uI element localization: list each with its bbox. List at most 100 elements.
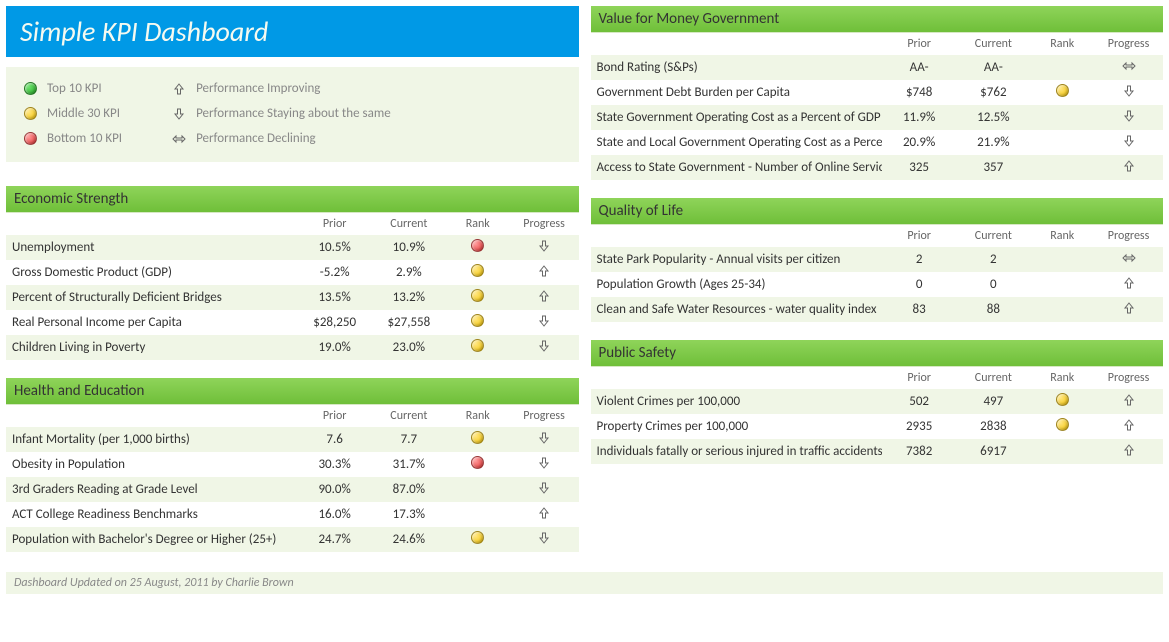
col-progress: Progress — [1094, 33, 1163, 55]
col-rank: Rank — [1030, 225, 1094, 247]
kpi-rank — [1030, 80, 1094, 105]
kpi-prior: 90.0% — [298, 477, 372, 502]
rank-yellow-icon — [1056, 84, 1069, 97]
kpi-table: PriorCurrentRankProgressState Park Popul… — [591, 225, 1164, 322]
col-current: Current — [956, 367, 1030, 389]
table-row: State Government Operating Cost as a Per… — [591, 105, 1164, 130]
kpi-dashboard: Simple KPI Dashboard Top 10 KPIMiddle 30… — [6, 6, 1163, 570]
kpi-progress — [510, 335, 579, 360]
legend-ranks: Top 10 KPI Middle 30 KPI Bottom 10 KPI — [24, 81, 122, 146]
kpi-label: State and Local Government Operating Cos… — [591, 130, 883, 155]
table-row: Population with Bachelor's Degree or Hig… — [6, 527, 579, 552]
table-row: Property Crimes per 100,00029352838 — [591, 414, 1164, 439]
kpi-current: 21.9% — [956, 130, 1030, 155]
kpi-label: Infant Mortality (per 1,000 births) — [6, 427, 298, 452]
kpi-label: Obesity in Population — [6, 452, 298, 477]
col-rank: Rank — [1030, 33, 1094, 55]
col-rank: Rank — [446, 405, 510, 427]
arrow-down-icon — [1122, 109, 1136, 123]
table-row: Children Living in Poverty19.0%23.0% — [6, 335, 579, 360]
kpi-current: 12.5% — [956, 105, 1030, 130]
kpi-current: 10.9% — [372, 235, 446, 260]
rank-yellow-icon — [1056, 418, 1069, 431]
arrow-up-icon — [1122, 443, 1136, 457]
col-progress: Progress — [1094, 225, 1163, 247]
kpi-progress — [510, 427, 579, 452]
legend-rank-label: Bottom 10 KPI — [47, 131, 122, 146]
kpi-label: Unemployment — [6, 235, 298, 260]
kpi-current: 497 — [956, 389, 1030, 414]
arrow-down-icon — [537, 481, 551, 495]
kpi-panel: Value for Money GovernmentPriorCurrentRa… — [591, 6, 1164, 180]
table-row: Real Personal Income per Capita$28,250$2… — [6, 310, 579, 335]
arrow-up-icon — [537, 264, 551, 278]
table-row: Population Growth (Ages 25-34)00 — [591, 272, 1164, 297]
kpi-label: Violent Crimes per 100,000 — [591, 389, 883, 414]
table-row: Government Debt Burden per Capita$748$76… — [591, 80, 1164, 105]
kpi-progress — [1094, 439, 1163, 464]
kpi-label: Clean and Safe Water Resources - water q… — [591, 297, 883, 322]
dashboard-footer: Dashboard Updated on 25 August, 2011 by … — [6, 572, 1163, 594]
kpi-progress — [1094, 105, 1163, 130]
kpi-prior: -5.2% — [298, 260, 372, 285]
kpi-rank — [1030, 105, 1094, 130]
legend-rank-label: Top 10 KPI — [47, 81, 102, 96]
kpi-prior: 30.3% — [298, 452, 372, 477]
kpi-prior: 2935 — [882, 414, 956, 439]
kpi-rank — [446, 477, 510, 502]
arrow-down-icon — [172, 107, 186, 121]
kpi-table: PriorCurrentRankProgressBond Rating (S&P… — [591, 33, 1164, 180]
kpi-label: State Government Operating Cost as a Per… — [591, 105, 883, 130]
table-row: Percent of Structurally Deficient Bridge… — [6, 285, 579, 310]
kpi-rank — [446, 527, 510, 552]
table-row: Individuals fatally or serious injured i… — [591, 439, 1164, 464]
kpi-current: 357 — [956, 155, 1030, 180]
table-row: State and Local Government Operating Cos… — [591, 130, 1164, 155]
kpi-progress — [1094, 414, 1163, 439]
legend-progress-item: Performance Improving — [172, 81, 391, 96]
kpi-progress — [1094, 272, 1163, 297]
kpi-current: 24.6% — [372, 527, 446, 552]
arrow-up-icon — [1122, 418, 1136, 432]
kpi-rank — [446, 335, 510, 360]
table-row: 3rd Graders Reading at Grade Level90.0%8… — [6, 477, 579, 502]
kpi-current: 31.7% — [372, 452, 446, 477]
kpi-rank — [446, 427, 510, 452]
left-column: Simple KPI Dashboard Top 10 KPIMiddle 30… — [6, 6, 579, 570]
kpi-label: 3rd Graders Reading at Grade Level — [6, 477, 298, 502]
arrow-down-icon — [537, 314, 551, 328]
kpi-label: State Park Popularity - Annual visits pe… — [591, 247, 883, 272]
kpi-current: 2838 — [956, 414, 1030, 439]
table-row: Access to State Government - Number of O… — [591, 155, 1164, 180]
rank-red-icon — [471, 239, 484, 252]
legend-rank-label: Middle 30 KPI — [47, 106, 120, 121]
rank-yellow-icon — [471, 531, 484, 544]
kpi-prior: $28,250 — [298, 310, 372, 335]
arrow-down-icon — [537, 239, 551, 253]
arrow-down-icon — [537, 531, 551, 545]
arrow-up-icon — [537, 289, 551, 303]
kpi-current: 87.0% — [372, 477, 446, 502]
table-row: Bond Rating (S&Ps)AA-AA- — [591, 55, 1164, 80]
panel-header: Health and Education — [6, 378, 579, 405]
kpi-progress — [510, 527, 579, 552]
kpi-current: 17.3% — [372, 502, 446, 527]
legend-rank-item: Middle 30 KPI — [24, 106, 122, 121]
kpi-rank — [446, 502, 510, 527]
kpi-label: Real Personal Income per Capita — [6, 310, 298, 335]
panel-header: Value for Money Government — [591, 6, 1164, 33]
legend-progress-label: Performance Declining — [196, 131, 316, 146]
panel-header: Quality of Life — [591, 198, 1164, 225]
kpi-progress — [510, 285, 579, 310]
kpi-label: Access to State Government - Number of O… — [591, 155, 883, 180]
rank-yellow-icon — [471, 339, 484, 352]
kpi-prior: 502 — [882, 389, 956, 414]
kpi-prior: 83 — [882, 297, 956, 322]
kpi-prior: 7382 — [882, 439, 956, 464]
col-current: Current — [372, 405, 446, 427]
kpi-prior: 7.6 — [298, 427, 372, 452]
col-prior: Prior — [882, 33, 956, 55]
kpi-label: Bond Rating (S&Ps) — [591, 55, 883, 80]
kpi-rank — [446, 285, 510, 310]
kpi-progress — [510, 452, 579, 477]
